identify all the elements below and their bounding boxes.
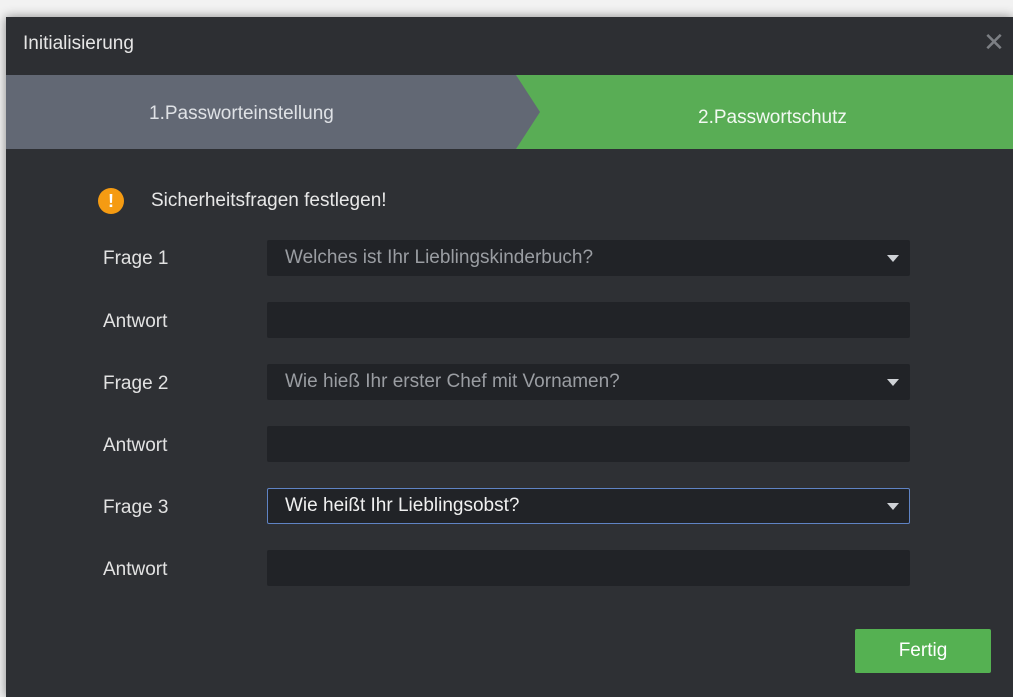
question-1-value: Welches ist Ihr Lieblingskinderbuch? [285,247,594,268]
answer-1-field[interactable] [267,302,910,338]
question-1-label: Frage 1 [103,248,169,269]
answer-3-field[interactable] [267,550,910,586]
step-1-label: 1.Passworteinstellung [149,103,334,124]
question-3-label: Frage 3 [103,497,169,518]
title-bar: Initialisierung ✕ [6,17,1013,75]
answer-3-label: Antwort [103,559,168,580]
question-2-label: Frage 2 [103,373,169,394]
dialog-title: Initialisierung [23,33,134,54]
question-3-select[interactable]: Wie heißt Ihr Lieblingsobst? [267,488,910,524]
answer-2-field[interactable] [267,426,910,462]
close-icon[interactable]: ✕ [981,29,1007,55]
answer-1-label: Antwort [103,311,168,332]
step-2-label: 2.Passwortschutz [698,107,847,128]
chevron-down-icon [887,379,899,386]
chevron-down-icon [887,255,899,262]
question-2-select[interactable]: Wie hieß Ihr erster Chef mit Vornamen? [267,364,910,400]
warning-icon: ! [98,188,124,214]
question-1-select[interactable]: Welches ist Ihr Lieblingskinderbuch? [267,240,910,276]
notice-text: Sicherheitsfragen festlegen! [151,190,387,211]
chevron-down-icon [887,503,899,510]
question-2-value: Wie hieß Ihr erster Chef mit Vornamen? [285,371,620,392]
question-3-value: Wie heißt Ihr Lieblingsobst? [285,495,520,516]
step-1: 1.Passworteinstellung [6,75,540,149]
finish-button[interactable]: Fertig [855,629,991,673]
step-indicator: 1.Passworteinstellung 2.Passwortschutz [6,75,1013,149]
answer-2-label: Antwort [103,435,168,456]
initialization-dialog: Initialisierung ✕ 1.Passworteinstellung … [6,17,1013,697]
